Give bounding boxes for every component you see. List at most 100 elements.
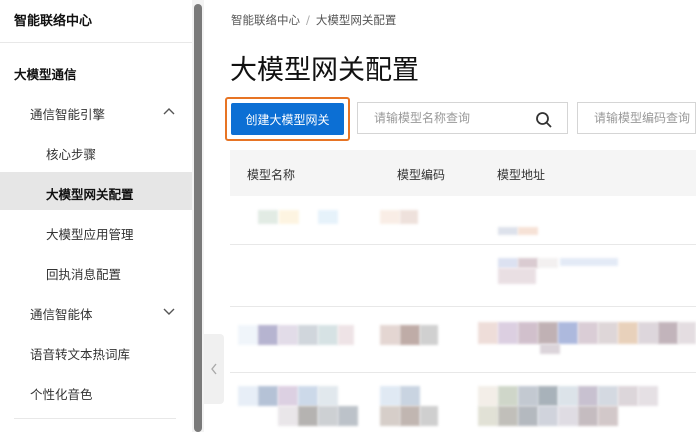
redacted-cell-block	[578, 406, 598, 426]
redacted-cell-block	[400, 406, 420, 426]
page-title: 大模型网关配置	[230, 55, 419, 86]
sidebar-item-label: 通信智能引擎	[30, 107, 106, 122]
redacted-cell-block	[558, 322, 578, 344]
redacted-cell-block	[318, 386, 338, 406]
sidebar-item-app-management[interactable]: 大模型应用管理	[0, 212, 192, 250]
redacted-cell-block	[598, 322, 618, 344]
redacted-cell-block	[298, 325, 318, 345]
breadcrumb-separator: /	[306, 13, 310, 27]
chevron-down-icon	[163, 308, 175, 315]
redacted-cell-block	[578, 322, 598, 344]
redacted-cell-block	[638, 386, 658, 406]
sidebar-item-gateway-config[interactable]: 大模型网关配置	[0, 172, 192, 210]
redacted-cell-block	[498, 406, 518, 426]
redacted-cell-block	[598, 406, 618, 426]
sidebar-item-label: 通信智能体	[30, 307, 93, 322]
sidebar-item-core-steps[interactable]: 核心步骤	[0, 132, 192, 170]
sidebar-group-llm-comm[interactable]: 大模型通信	[0, 52, 192, 90]
redacted-cell-block	[498, 258, 518, 268]
redacted-cell-block	[558, 406, 578, 426]
redacted-cell-block	[318, 325, 338, 345]
redacted-cell-block	[478, 386, 498, 406]
redacted-cell-block	[298, 406, 318, 426]
sidebar-collapse-handle[interactable]	[204, 334, 224, 404]
sidebar-scroll-thumb[interactable]	[194, 4, 202, 432]
redacted-cell-block	[400, 210, 418, 224]
redacted-cell-block	[538, 386, 558, 406]
redacted-cell-block	[558, 386, 578, 406]
redacted-cell-block	[278, 386, 298, 406]
redacted-cell-block	[598, 386, 618, 406]
redacted-cell-block	[518, 406, 538, 426]
search-icon	[536, 112, 552, 128]
redacted-cell-block	[538, 406, 558, 426]
sidebar-item-label: 大模型通信	[14, 67, 77, 82]
sidebar-item-custom-voice[interactable]: 个性化音色	[0, 372, 192, 410]
chevron-up-icon	[163, 108, 175, 115]
redacted-cell-block	[258, 386, 278, 406]
redacted-cell-block	[238, 325, 258, 345]
sidebar-title: 智能联络中心	[14, 14, 93, 29]
redacted-cell-block	[478, 322, 498, 344]
redacted-cell-block	[380, 325, 400, 345]
redacted-cell-block	[420, 325, 438, 345]
redacted-cell-block	[478, 406, 498, 426]
redacted-cell-block	[618, 322, 638, 344]
redacted-cell-block	[518, 227, 538, 235]
column-header-model-code: 模型编码	[397, 168, 446, 182]
redacted-cell-block	[540, 344, 560, 354]
sidebar-item-label: 语音转文本热词库	[30, 347, 131, 362]
redacted-cell-block	[678, 322, 696, 344]
redacted-cell-block	[498, 322, 518, 344]
chevron-left-icon	[211, 363, 217, 375]
redacted-cell-block	[380, 386, 400, 406]
sidebar-item-label: 核心步骤	[46, 147, 97, 162]
breadcrumb-current: 大模型网关配置	[315, 13, 397, 27]
search-code-input[interactable]: 请输模型编码查询	[577, 102, 696, 134]
sidebar-item-label: 回执消息配置	[46, 267, 122, 282]
sidebar-divider	[14, 418, 176, 419]
breadcrumb: 智能联络中心 / 大模型网关配置	[231, 12, 396, 28]
table-row-divider	[230, 244, 696, 245]
create-button-highlight: 创建大模型网关	[225, 97, 350, 141]
sidebar-item-hotword-lib[interactable]: 语音转文本热词库	[0, 332, 192, 370]
redacted-cell-block	[400, 386, 420, 406]
redacted-cell-block	[518, 322, 538, 344]
redacted-cell-block	[258, 325, 278, 345]
redacted-cell-block	[400, 325, 420, 345]
sidebar-item-comm-engine[interactable]: 通信智能引擎	[0, 92, 192, 130]
search-button[interactable]	[519, 102, 568, 134]
redacted-cell-block	[278, 406, 298, 426]
redacted-cell-block	[578, 386, 598, 406]
redacted-cell-block	[278, 325, 298, 345]
redacted-cell-block	[238, 386, 258, 406]
sidebar-divider	[0, 42, 192, 43]
redacted-cell-block	[279, 210, 299, 224]
redacted-cell-block	[658, 322, 678, 344]
redacted-cell-block	[318, 210, 338, 224]
sidebar: 智能联络中心 大模型通信 通信智能引擎 核心步骤 大模型网关配置 大模型应用管理…	[0, 0, 193, 432]
table-header: 模型名称 模型编码 模型地址	[230, 150, 696, 196]
column-header-model-url: 模型地址	[497, 168, 546, 182]
table-row-divider	[230, 372, 696, 373]
table-row-divider	[230, 306, 696, 307]
sidebar-item-label: 个性化音色	[30, 387, 93, 402]
redacted-cell-block	[258, 210, 278, 224]
redacted-cell-block	[538, 322, 558, 344]
sidebar-item-label: 大模型网关配置	[46, 187, 134, 202]
column-header-model-name: 模型名称	[247, 168, 296, 182]
redacted-cell-block	[498, 386, 518, 406]
redacted-cell-block	[518, 386, 538, 406]
sidebar-item-comm-agent[interactable]: 通信智能体	[0, 292, 192, 330]
search-name-input[interactable]: 请输模型名称查询	[357, 102, 520, 134]
create-gateway-button[interactable]: 创建大模型网关	[231, 103, 344, 135]
breadcrumb-root[interactable]: 智能联络中心	[231, 13, 300, 27]
redacted-cell-block	[498, 268, 536, 284]
redacted-cell-block	[380, 406, 400, 426]
sidebar-item-receipt-config[interactable]: 回执消息配置	[0, 252, 192, 290]
redacted-cell-block	[618, 386, 638, 406]
redacted-cell-block	[560, 258, 618, 266]
redacted-cell-block	[338, 406, 358, 426]
redacted-cell-block	[518, 258, 538, 268]
redacted-cell-block	[338, 325, 354, 345]
